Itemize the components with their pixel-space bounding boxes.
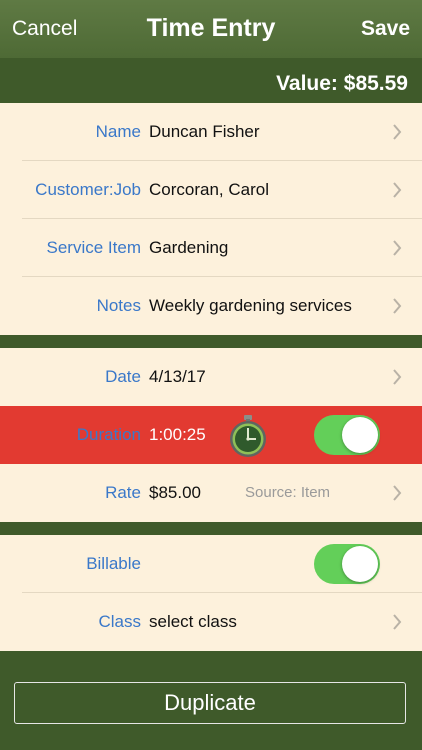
chevron-right-icon [393, 485, 402, 501]
notes-label: Notes [96, 296, 141, 315]
date-label: Date [105, 367, 141, 386]
chevron-right-icon [393, 182, 402, 198]
customer-job-label: Customer:Job [35, 180, 141, 199]
chevron-right-icon [393, 240, 402, 256]
row-rate[interactable]: Rate $85.00 Source: Item [0, 464, 422, 522]
class-value: select class [149, 612, 237, 631]
row-billable[interactable]: Billable [0, 535, 422, 593]
section-details: Name Duncan Fisher Customer:Job Corcoran… [0, 103, 422, 335]
billable-label: Billable [86, 554, 141, 573]
name-value: Duncan Fisher [149, 122, 260, 141]
chevron-right-icon [393, 614, 402, 630]
stopwatch-icon[interactable] [227, 414, 269, 458]
name-label: Name [95, 122, 141, 141]
value-total: Value: $85.59 [276, 72, 408, 95]
duration-label: Duration [76, 425, 141, 444]
rate-label: Rate [105, 483, 141, 502]
section-billing: Billable Class select class [0, 535, 422, 651]
date-value: 4/13/17 [149, 367, 206, 386]
row-notes[interactable]: Notes Weekly gardening services [0, 277, 422, 335]
billable-toggle[interactable] [314, 544, 380, 584]
rate-source: Source: Item [245, 484, 331, 501]
class-label: Class [98, 612, 141, 631]
service-item-value: Gardening [149, 238, 229, 257]
row-date[interactable]: Date 4/13/17 [0, 348, 422, 406]
chevron-right-icon [393, 124, 402, 140]
duration-value: 1:00:25 [149, 425, 206, 444]
service-item-label: Service Item [46, 238, 141, 257]
section-time: Date 4/13/17 Duration 1:00:25 Rate $85.0… [0, 348, 422, 522]
row-class[interactable]: Class select class [0, 593, 422, 651]
row-name[interactable]: Name Duncan Fisher [0, 103, 422, 161]
row-customer-job[interactable]: Customer:Job Corcoran, Carol [0, 161, 422, 219]
timer-toggle[interactable] [314, 415, 380, 455]
rate-value: $85.00 [149, 483, 201, 502]
duplicate-button[interactable]: Duplicate [14, 682, 406, 724]
value-bar: Value: $85.59 [0, 58, 422, 103]
nav-bar: Cancel Time Entry Save [0, 0, 422, 58]
save-button[interactable]: Save [361, 17, 410, 41]
row-service-item[interactable]: Service Item Gardening [0, 219, 422, 277]
cancel-button[interactable]: Cancel [12, 17, 77, 41]
notes-value: Weekly gardening services [149, 296, 352, 315]
row-duration[interactable]: Duration 1:00:25 [0, 406, 422, 464]
chevron-right-icon [393, 298, 402, 314]
chevron-right-icon [393, 369, 402, 385]
customer-job-value: Corcoran, Carol [149, 180, 269, 199]
